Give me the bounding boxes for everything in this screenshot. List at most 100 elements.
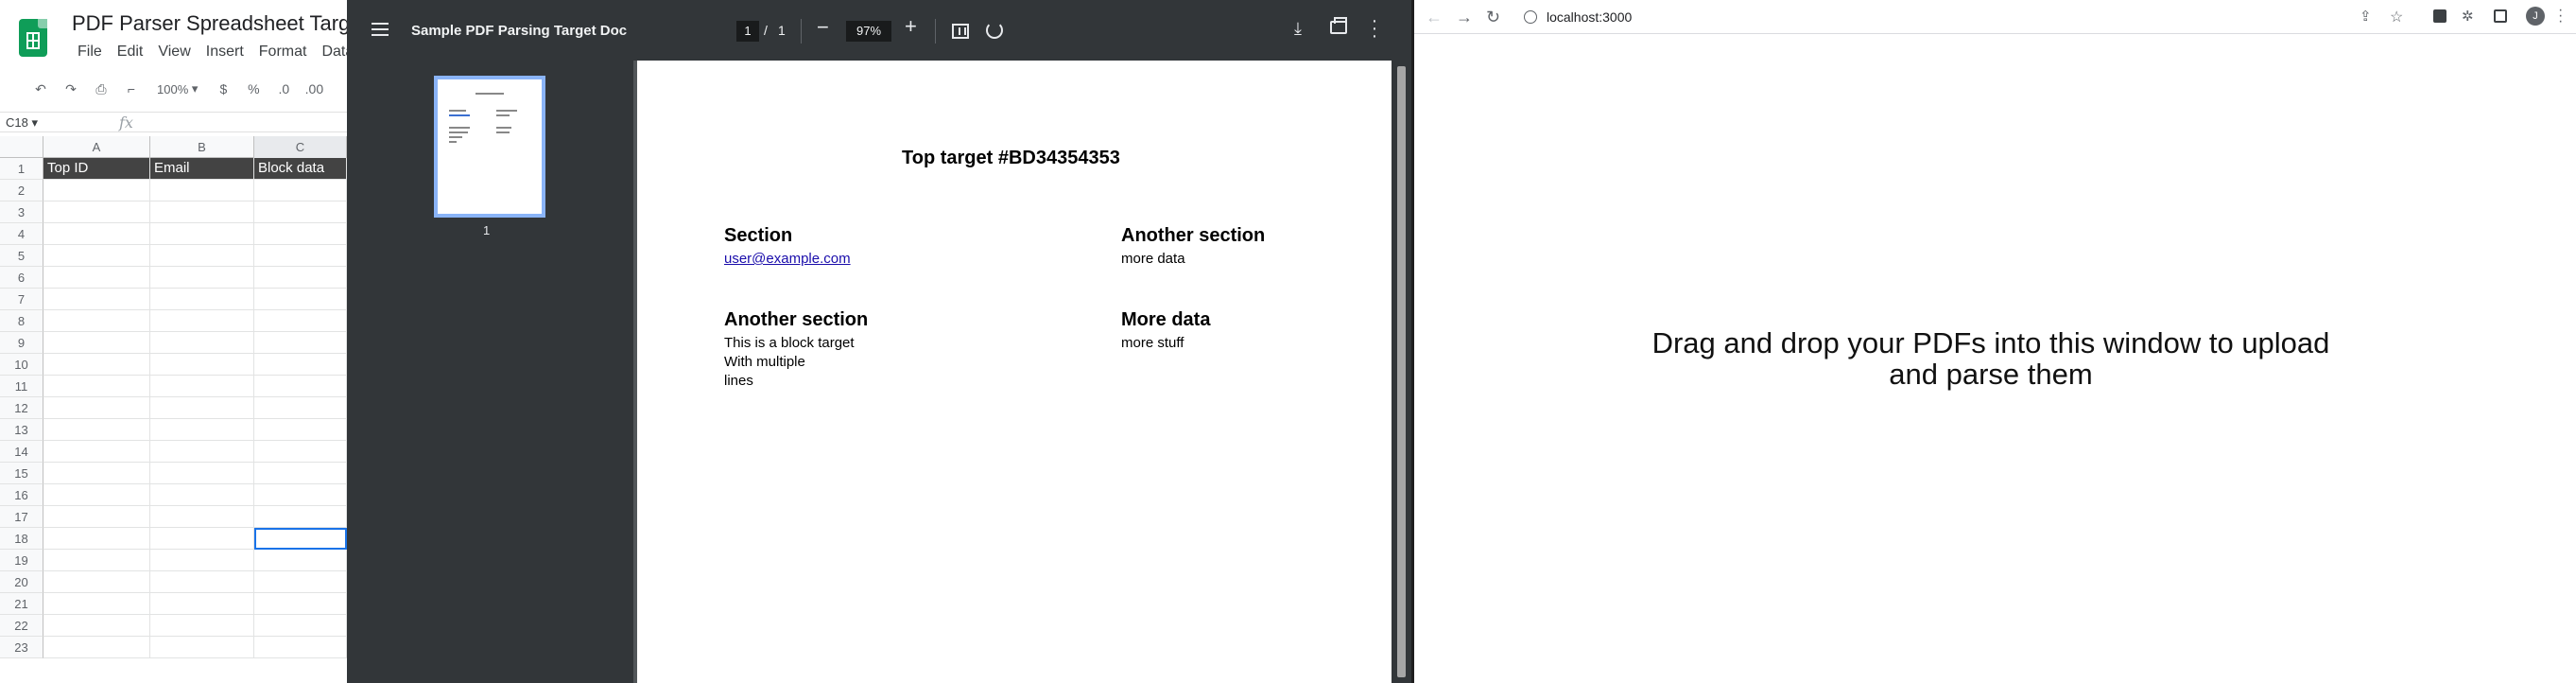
header-cell[interactable]: Top ID xyxy=(43,158,150,180)
print-icon[interactable] xyxy=(1330,17,1347,34)
grid-cell[interactable] xyxy=(254,332,347,354)
site-info-icon[interactable] xyxy=(1524,10,1537,24)
grid-cell[interactable] xyxy=(43,201,150,223)
grid-cell[interactable] xyxy=(150,637,254,658)
grid-cell[interactable] xyxy=(150,245,254,267)
row-header[interactable]: 5 xyxy=(0,245,43,267)
page-number-input[interactable]: 1 xyxy=(736,21,759,42)
row-header[interactable]: 14 xyxy=(0,441,43,463)
document-title[interactable]: PDF Parser Spreadsheet Target xyxy=(72,11,347,36)
grid-cell[interactable] xyxy=(43,267,150,289)
print-icon[interactable]: ⎙ xyxy=(91,77,112,101)
row-header[interactable]: 10 xyxy=(0,354,43,376)
grid-cell[interactable] xyxy=(150,397,254,419)
grid-cell[interactable] xyxy=(150,180,254,201)
zoom-out-icon[interactable]: − xyxy=(817,15,829,40)
row-header[interactable]: 21 xyxy=(0,593,43,615)
grid-cell[interactable] xyxy=(43,289,150,310)
zoom-in-icon[interactable]: + xyxy=(905,14,917,39)
grid-cell[interactable] xyxy=(43,615,150,637)
grid-cell[interactable] xyxy=(254,267,347,289)
grid-cell[interactable] xyxy=(254,615,347,637)
menu-icon[interactable] xyxy=(372,23,389,36)
currency-format-button[interactable]: $ xyxy=(213,77,233,101)
grid-cell[interactable] xyxy=(254,550,347,571)
grid-cell[interactable] xyxy=(254,354,347,376)
grid-cell[interactable] xyxy=(43,419,150,441)
grid-cell[interactable] xyxy=(43,245,150,267)
grid-cell[interactable] xyxy=(254,506,347,528)
menu-view[interactable]: View xyxy=(150,42,198,62)
back-icon[interactable]: ← xyxy=(1426,8,1443,27)
row-header[interactable]: 2 xyxy=(0,180,43,201)
column-header-a[interactable]: A xyxy=(43,136,150,158)
grid-cell[interactable] xyxy=(254,484,347,506)
grid-cell[interactable] xyxy=(43,463,150,484)
menu-file[interactable]: File xyxy=(70,42,110,62)
row-header[interactable]: 15 xyxy=(0,463,43,484)
grid-cell[interactable] xyxy=(254,201,347,223)
grid-cell[interactable] xyxy=(43,484,150,506)
row-header[interactable]: 22 xyxy=(0,615,43,637)
grid-cell[interactable] xyxy=(150,441,254,463)
bookmark-star-icon[interactable]: ☆ xyxy=(2390,8,2403,26)
grid-cell[interactable] xyxy=(150,354,254,376)
share-icon[interactable]: ⇪ xyxy=(2360,8,2372,25)
grid-cell[interactable] xyxy=(254,397,347,419)
download-icon[interactable]: ⤓ xyxy=(1294,19,1302,39)
grid-cell[interactable] xyxy=(150,571,254,593)
grid-cell[interactable] xyxy=(150,528,254,550)
grid-cell[interactable] xyxy=(254,376,347,397)
header-cell[interactable]: Block data xyxy=(254,158,347,180)
row-header[interactable]: 20 xyxy=(0,571,43,593)
zoom-input[interactable]: 97% xyxy=(846,21,891,42)
menu-format[interactable]: Format xyxy=(251,42,315,62)
menu-insert[interactable]: Insert xyxy=(199,42,251,62)
row-header[interactable]: 23 xyxy=(0,637,43,658)
grid-cell[interactable] xyxy=(150,550,254,571)
grid-cell[interactable] xyxy=(150,463,254,484)
row-header[interactable]: 6 xyxy=(0,267,43,289)
grid-cell[interactable] xyxy=(150,332,254,354)
grid-cell[interactable] xyxy=(43,223,150,245)
avatar[interactable]: J xyxy=(2526,7,2545,26)
grid-cell[interactable] xyxy=(254,419,347,441)
name-box[interactable]: C18 ▾ xyxy=(6,115,100,131)
grid-cell[interactable] xyxy=(43,593,150,615)
undo-icon[interactable]: ↶ xyxy=(30,77,51,101)
email-link[interactable]: user@example.com xyxy=(724,251,851,267)
grid-cell[interactable] xyxy=(43,637,150,658)
grid-cell[interactable] xyxy=(43,550,150,571)
column-header-c[interactable]: C xyxy=(254,136,347,158)
grid-cell[interactable] xyxy=(254,463,347,484)
grid-cell[interactable] xyxy=(254,593,347,615)
forward-icon[interactable]: → xyxy=(1456,8,1473,27)
address-bar[interactable]: localhost:3000 xyxy=(1524,6,2422,28)
grid-cell[interactable] xyxy=(43,354,150,376)
row-header[interactable]: 13 xyxy=(0,419,43,441)
extension-icon[interactable] xyxy=(2433,9,2446,23)
grid-cell[interactable] xyxy=(150,615,254,637)
grid-cell[interactable] xyxy=(254,441,347,463)
percent-format-button[interactable]: % xyxy=(243,77,264,101)
fit-page-icon[interactable] xyxy=(952,24,969,39)
row-header[interactable]: 16 xyxy=(0,484,43,506)
grid-cell[interactable] xyxy=(43,571,150,593)
grid-cell[interactable] xyxy=(150,376,254,397)
browser-menu-icon[interactable]: · · · xyxy=(2558,3,2563,29)
row-header[interactable]: 7 xyxy=(0,289,43,310)
reload-icon[interactable]: ↻ xyxy=(1486,8,1500,27)
extensions-puzzle-icon[interactable]: ✲ xyxy=(2462,8,2474,25)
select-all-corner[interactable] xyxy=(0,136,43,158)
selected-cell[interactable] xyxy=(254,528,347,550)
grid-cell[interactable] xyxy=(43,506,150,528)
grid-cell[interactable] xyxy=(43,528,150,550)
row-header[interactable]: 1 xyxy=(0,158,43,180)
rotate-icon[interactable] xyxy=(986,22,1003,39)
grid-cell[interactable] xyxy=(254,245,347,267)
scrollbar-thumb[interactable] xyxy=(1397,66,1406,677)
side-panel-icon[interactable] xyxy=(2494,9,2507,23)
row-header[interactable]: 19 xyxy=(0,550,43,571)
decrease-decimal-button[interactable]: .0 xyxy=(273,77,294,101)
grid-cell[interactable] xyxy=(150,267,254,289)
